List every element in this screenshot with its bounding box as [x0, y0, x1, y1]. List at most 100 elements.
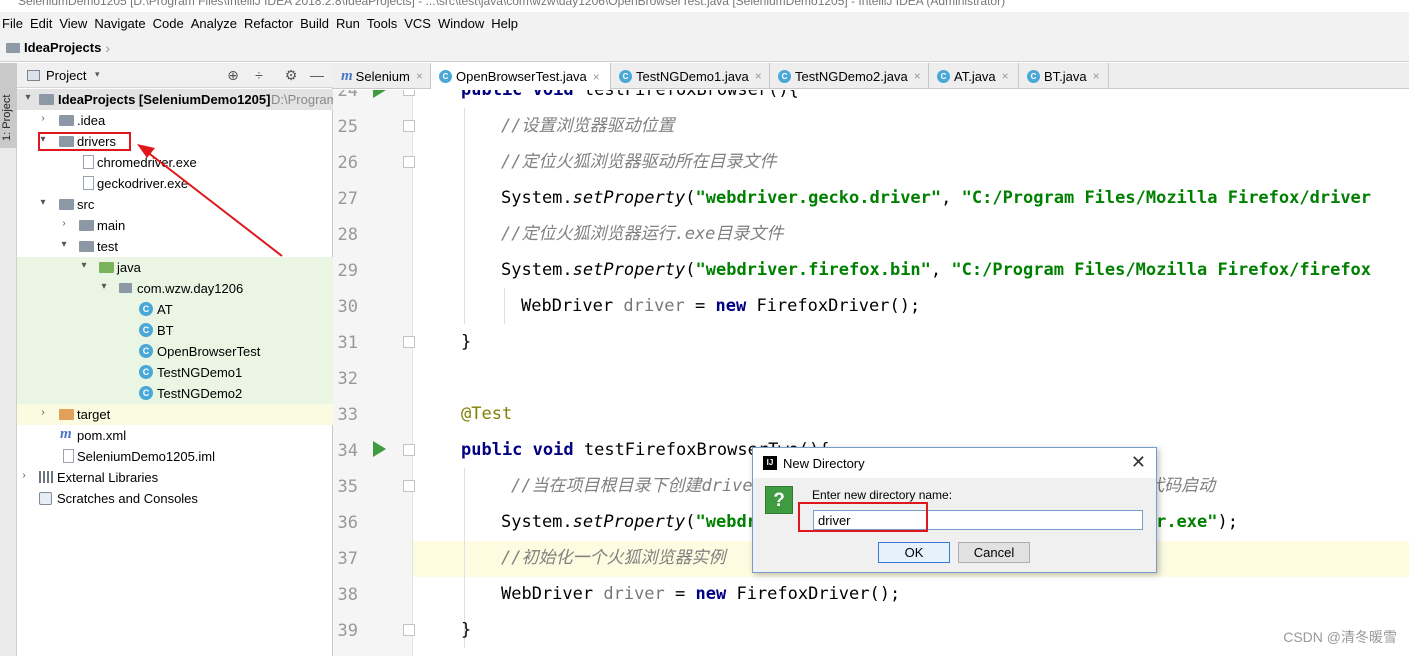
tree-item-package[interactable]: ▾ com.wzw.day1206	[17, 278, 333, 299]
fold-marker-icon[interactable]	[403, 444, 415, 456]
fold-marker-icon[interactable]	[403, 480, 415, 492]
tab-openbrowsertest[interactable]: C OpenBrowserTest.java ×	[431, 63, 611, 90]
folder-icon	[59, 199, 74, 210]
tree-item-label: chromedriver.exe	[97, 155, 197, 170]
java-class-icon: C	[439, 70, 452, 83]
line-number: 24	[337, 90, 358, 101]
folder-icon	[39, 94, 54, 105]
file-icon	[83, 155, 94, 169]
menu-tools[interactable]: Tools	[364, 16, 401, 31]
collapse-all-icon[interactable]: ÷	[251, 67, 267, 83]
menu-window[interactable]: Window	[435, 16, 488, 31]
tab-selenium[interactable]: m Selenium ×	[333, 63, 431, 89]
expand-arrow-icon[interactable]: ›	[38, 407, 48, 418]
close-icon[interactable]: ×	[1093, 69, 1100, 83]
tree-item-label: TestNGDemo1	[157, 365, 243, 380]
fold-marker-icon[interactable]	[403, 624, 415, 636]
tree-item-label: target	[77, 407, 111, 422]
project-tool-tab[interactable]: 1: Project	[0, 63, 17, 148]
tree-item-class-bt[interactable]: C BT	[17, 320, 333, 341]
hide-panel-icon[interactable]: —	[309, 67, 325, 83]
tree-item-main[interactable]: › main	[17, 215, 333, 236]
close-icon[interactable]: ×	[755, 69, 762, 83]
tree-item-java[interactable]: ▾ java	[17, 257, 333, 278]
run-test-icon[interactable]	[373, 441, 386, 457]
locate-icon[interactable]: ⊕	[225, 67, 241, 84]
expand-arrow-icon[interactable]: ▾	[79, 260, 89, 271]
folder-icon	[6, 42, 20, 53]
menu-file[interactable]: File	[0, 16, 27, 31]
menu-build[interactable]: Build	[297, 16, 333, 31]
java-class-icon: C	[1027, 69, 1040, 83]
tree-item-src[interactable]: ▾ src	[17, 194, 333, 215]
tab-bt[interactable]: C BT.java ×	[1019, 63, 1109, 89]
tree-item-target[interactable]: › target	[17, 404, 333, 425]
ok-button[interactable]: OK	[878, 542, 950, 563]
tree-item-class-openbrowsertest[interactable]: C OpenBrowserTest	[17, 341, 333, 362]
close-icon[interactable]: ✕	[1131, 452, 1146, 473]
settings-gear-icon[interactable]: ⚙	[283, 67, 299, 84]
project-panel-title[interactable]: Project	[46, 68, 86, 83]
tree-item-scratches[interactable]: Scratches and Consoles	[17, 488, 333, 509]
run-test-icon[interactable]	[373, 90, 386, 98]
fold-marker-icon[interactable]	[403, 90, 415, 96]
tab-at[interactable]: C AT.java ×	[929, 63, 1019, 89]
folder-icon	[79, 220, 94, 231]
tree-item-external-libraries[interactable]: › External Libraries	[17, 467, 333, 488]
indent-guide	[504, 288, 505, 324]
tree-item-chromedriver[interactable]: chromedriver.exe	[17, 152, 333, 173]
fold-marker-icon[interactable]	[403, 336, 415, 348]
tree-item-idea[interactable]: › .idea	[17, 110, 333, 131]
expand-arrow-icon[interactable]: ›	[59, 218, 69, 229]
menu-refactor[interactable]: Refactor	[241, 16, 297, 31]
menu-vcs[interactable]: VCS	[401, 16, 435, 31]
tree-item-geckodriver[interactable]: geckodriver.exe	[17, 173, 333, 194]
tree-item-label: java	[117, 260, 141, 275]
tab-testngdemo1[interactable]: C TestNGDemo1.java ×	[611, 63, 770, 89]
file-icon	[63, 449, 74, 463]
menu-code[interactable]: Code	[150, 16, 188, 31]
tree-item-label: main	[97, 218, 126, 233]
menu-run[interactable]: Run	[333, 16, 364, 31]
close-icon[interactable]: ×	[914, 69, 921, 83]
project-panel: Project ▾ ⊕ ÷ ⚙ — ▾ IdeaProjects [Seleni…	[17, 63, 337, 656]
tree-item-label: test	[97, 239, 118, 254]
expand-arrow-icon[interactable]: ▾	[59, 239, 69, 250]
menu-help[interactable]: Help	[488, 16, 522, 31]
expand-arrow-icon[interactable]: ›	[19, 470, 29, 481]
menu-edit[interactable]: Edit	[27, 16, 56, 31]
left-tool-strip: 1: Project	[0, 63, 17, 656]
tree-item-class-testngdemo2[interactable]: C TestNGDemo2	[17, 383, 333, 404]
tree-item-root[interactable]: ▾ IdeaProjects [SeleniumDemo1205] D:\Pro…	[17, 89, 337, 110]
fold-marker-icon[interactable]	[403, 156, 415, 168]
expand-arrow-icon[interactable]: ▾	[38, 197, 48, 208]
expand-arrow-icon[interactable]: ▾	[99, 281, 109, 292]
maven-icon: m	[341, 67, 353, 84]
java-class-icon: C	[937, 69, 950, 83]
scratches-icon	[39, 492, 52, 505]
close-icon[interactable]: ×	[1002, 69, 1009, 83]
tree-item-label: AT	[157, 302, 173, 317]
tab-testngdemo2[interactable]: C TestNGDemo2.java ×	[770, 63, 929, 89]
menu-view[interactable]: View	[56, 16, 91, 31]
tree-item-pom[interactable]: m pom.xml	[17, 425, 333, 446]
breadcrumb-root[interactable]: IdeaProjects	[24, 40, 101, 55]
code-line-39: }	[461, 620, 472, 640]
tree-item-iml[interactable]: SeleniumDemo1205.iml	[17, 446, 333, 467]
breadcrumb-separator: ›	[105, 39, 110, 56]
tree-item-class-at[interactable]: C AT	[17, 299, 333, 320]
fold-marker-icon[interactable]	[403, 120, 415, 132]
dialog-title-bar[interactable]: IJ New Directory ✕	[753, 448, 1156, 478]
close-icon[interactable]: ×	[416, 69, 423, 83]
project-view-dropdown-icon[interactable]: ▾	[95, 69, 100, 80]
java-class-icon: C	[139, 386, 153, 400]
close-icon[interactable]: ×	[593, 70, 600, 84]
tree-item-class-testngdemo1[interactable]: C TestNGDemo1	[17, 362, 333, 383]
tree-item-test[interactable]: ▾ test	[17, 236, 333, 257]
expand-arrow-icon[interactable]: ›	[38, 113, 48, 124]
expand-arrow-icon[interactable]: ▾	[23, 92, 33, 103]
tab-label: TestNGDemo2.java	[795, 68, 908, 84]
menu-navigate[interactable]: Navigate	[91, 16, 149, 31]
menu-analyze[interactable]: Analyze	[188, 16, 241, 31]
cancel-button[interactable]: Cancel	[958, 542, 1030, 563]
